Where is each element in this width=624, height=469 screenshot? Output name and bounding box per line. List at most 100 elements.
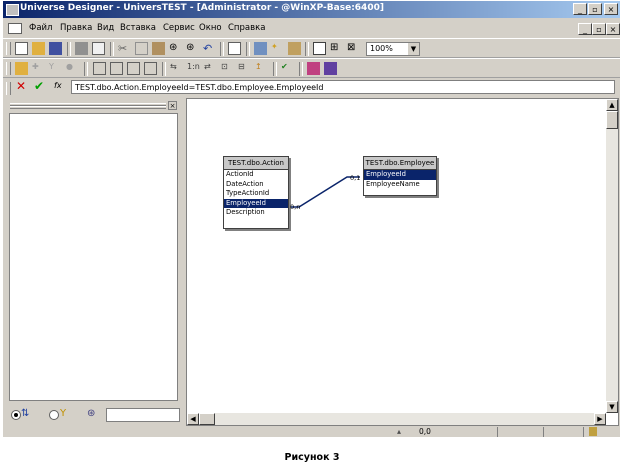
table-browser-icon[interactable] <box>254 42 267 55</box>
insert-condition-icon[interactable]: Y <box>49 62 62 75</box>
app-icon[interactable] <box>6 4 19 16</box>
pointer-icon: ▴ <box>397 427 402 436</box>
join-line[interactable] <box>187 99 606 413</box>
close-icon[interactable]: × <box>168 101 177 110</box>
insert-object-icon[interactable]: ✚ <box>32 62 45 75</box>
menu-file[interactable]: Файл <box>29 23 52 33</box>
detect-loops-icon[interactable]: ⊟ <box>238 62 251 75</box>
cardinality-left: 0,n <box>290 203 301 211</box>
maximize-button[interactable]: ▫ <box>588 3 602 15</box>
menu-insert[interactable]: Вставка <box>120 23 156 33</box>
insert-context-icon[interactable]: ↥ <box>255 62 268 75</box>
doc-restore-button[interactable]: ▫ <box>592 23 606 35</box>
print-icon[interactable] <box>75 42 88 55</box>
detect-joins-icon[interactable]: ⇆ <box>170 62 183 75</box>
figure-caption: Рисунок 3 <box>284 452 340 463</box>
column-item-selected[interactable]: EmployeeId <box>224 198 288 208</box>
hscroll-thumb[interactable] <box>199 413 215 425</box>
search-input[interactable] <box>106 408 180 422</box>
window-title: Universe Designer - UniversTEST - [Admin… <box>20 3 384 13</box>
universe-pane: × ⇅ Y ⊛ <box>8 101 180 425</box>
filter-icon: Y <box>60 408 67 419</box>
column-item[interactable]: DateAction <box>224 180 288 190</box>
insert-join-icon[interactable] <box>110 62 123 75</box>
scroll-right-icon[interactable]: ▶ <box>594 413 606 425</box>
paste-icon[interactable] <box>152 42 165 55</box>
editing-toolbar: ✚ Y ● ⇆ 1:n ⇄ ⊡ ⊟ ↥ ✔ <box>3 58 620 78</box>
insert-measure-icon[interactable]: ● <box>66 62 79 75</box>
pane-footer: ⇅ Y ⊛ <box>9 407 181 423</box>
application-window: Universe Designer - UniversTEST - [Admin… <box>3 1 620 437</box>
table-employee[interactable]: TEST.dbo.Employee EmployeeId EmployeeNam… <box>363 156 437 196</box>
column-item[interactable]: TypeActionId <box>224 189 288 199</box>
view-list-icon[interactable] <box>307 62 320 75</box>
undo-icon[interactable]: ↶ <box>203 42 216 55</box>
doc-close-button[interactable]: × <box>606 23 620 35</box>
table-header[interactable]: TEST.dbo.Employee <box>364 157 436 170</box>
magic-icon[interactable]: ✦ <box>271 42 284 55</box>
check-integrity-icon[interactable]: ✔ <box>281 62 294 75</box>
refresh-structure-icon[interactable] <box>288 42 301 55</box>
check-icon[interactable]: ✔ <box>34 79 44 93</box>
scroll-up-icon[interactable]: ▲ <box>606 99 618 111</box>
column-item[interactable]: EmployeeName <box>364 180 436 190</box>
detect-contexts-icon[interactable]: ⊡ <box>221 62 234 75</box>
fx-label: fx <box>54 81 62 90</box>
table-action[interactable]: TEST.dbo.Action ActionId DateAction Type… <box>223 156 289 229</box>
document-icon[interactable] <box>8 23 22 34</box>
structure-canvas[interactable]: TEST.dbo.Action ActionId DateAction Type… <box>186 98 619 426</box>
print-preview-icon[interactable] <box>92 42 105 55</box>
detect-aliases-icon[interactable]: ⇄ <box>204 62 217 75</box>
insert-class-icon[interactable] <box>15 62 28 75</box>
menu-tools[interactable]: Сервис <box>163 23 195 33</box>
cancel-x-icon[interactable]: ✕ <box>16 79 26 93</box>
menu-window[interactable]: Окно <box>199 23 222 33</box>
scroll-left-icon[interactable]: ◀ <box>187 413 199 425</box>
column-item[interactable]: Description <box>224 208 288 218</box>
classes-objects-icon: ⇅ <box>21 408 30 419</box>
column-item-selected[interactable]: EmployeeId <box>364 170 436 180</box>
menu-help[interactable]: Справка <box>228 23 265 33</box>
save-icon[interactable] <box>49 42 62 55</box>
new-icon[interactable] <box>15 42 28 55</box>
status-bar: ▴ 0,0 <box>3 427 620 437</box>
lock-icon <box>589 427 597 436</box>
scroll-down-icon[interactable]: ▼ <box>606 401 618 413</box>
insert-derived-table-icon[interactable] <box>144 62 157 75</box>
scroll-thumb[interactable] <box>606 111 618 129</box>
minimize-button[interactable]: _ <box>573 3 587 15</box>
column-item[interactable]: ActionId <box>224 170 288 180</box>
title-bar: Universe Designer - UniversTEST - [Admin… <box>3 1 620 18</box>
find-next-icon[interactable]: ⊛ <box>186 42 199 55</box>
copy-icon[interactable] <box>135 42 148 55</box>
standard-toolbar: ✂ ⊛ ⊛ ↶ ✦ ⊞ ⊠ 100% ▼ <box>3 38 620 58</box>
table-header[interactable]: TEST.dbo.Action <box>224 157 288 170</box>
document-properties-icon[interactable] <box>228 42 241 55</box>
horizontal-scrollbar[interactable]: ◀ ▶ <box>187 413 606 425</box>
zoom-select[interactable]: 100% ▼ <box>366 42 420 56</box>
insert-alias-icon[interactable] <box>127 62 140 75</box>
universe-tree[interactable] <box>9 113 178 401</box>
conditions-radio[interactable] <box>49 410 59 420</box>
detect-cardinalities-icon[interactable]: 1:n <box>187 62 200 75</box>
menu-view[interactable]: Вид <box>97 23 114 33</box>
classes-radio[interactable] <box>11 410 21 420</box>
cut-icon[interactable]: ✂ <box>118 42 131 55</box>
menu-edit[interactable]: Правка <box>60 23 92 33</box>
pane-header: × <box>8 101 180 111</box>
cardinality-right: 0,1 <box>350 174 361 182</box>
insert-table-icon[interactable] <box>93 62 106 75</box>
formula-input[interactable]: TEST.dbo.Action.EmployeeId=TEST.dbo.Empl… <box>71 80 615 94</box>
menu-bar: Файл Правка Вид Вставка Сервис Окно Спра… <box>3 19 620 37</box>
find-icon[interactable]: ⊛ <box>169 42 182 55</box>
arrange-tables-icon[interactable] <box>313 42 326 55</box>
doc-minimize-button[interactable]: _ <box>578 23 592 35</box>
chevron-down-icon[interactable]: ▼ <box>408 43 419 55</box>
open-icon[interactable] <box>32 42 45 55</box>
binoculars-icon[interactable]: ⊛ <box>87 408 95 419</box>
vertical-scrollbar[interactable]: ▲ ▼ <box>606 99 618 413</box>
close-button[interactable]: × <box>604 3 618 15</box>
list-mode-icon[interactable]: ⊞ <box>330 42 343 55</box>
join-view-icon[interactable]: ⊠ <box>347 42 360 55</box>
view-hierarchy-icon[interactable] <box>324 62 337 75</box>
